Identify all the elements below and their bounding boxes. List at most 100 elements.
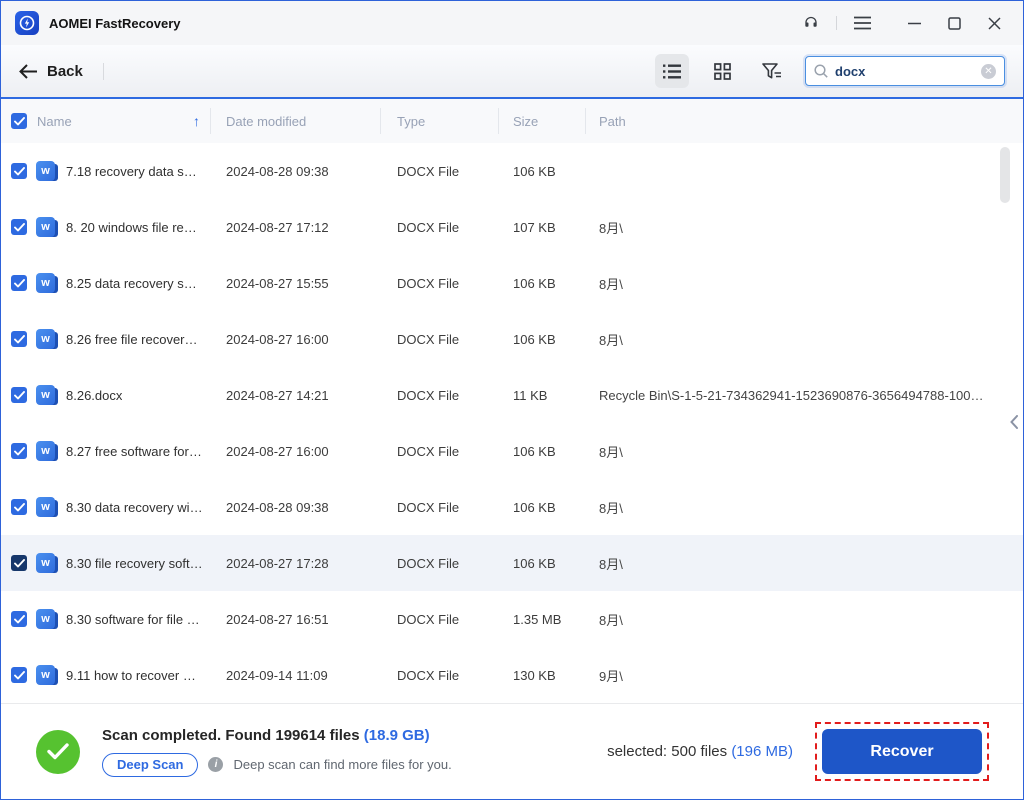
recover-annotation-box: Recover xyxy=(815,722,989,781)
file-size: 107 KB xyxy=(513,219,556,235)
close-button[interactable] xyxy=(979,8,1009,38)
file-type: DOCX File xyxy=(397,163,460,179)
file-date-modified: 2024-08-27 15:55 xyxy=(226,275,329,291)
filter-icon[interactable] xyxy=(755,54,789,88)
search-input[interactable] xyxy=(835,63,981,79)
file-row[interactable]: w 8.26.docx 2024-08-27 14:21 DOCX File 1… xyxy=(1,367,1023,423)
scan-status-block: Scan completed. Found 199614 files (18.9… xyxy=(102,727,452,777)
collapse-panel-chevron-icon[interactable] xyxy=(1010,415,1018,434)
file-size: 106 KB xyxy=(513,275,556,291)
file-row[interactable]: w 8. 20 windows file recover... 2024-08-… xyxy=(1,199,1023,255)
word-file-icon: w xyxy=(36,440,58,462)
menu-icon[interactable] xyxy=(847,8,877,38)
file-name: 9.11 how to recover delet... xyxy=(66,667,203,683)
file-path: 8月\ xyxy=(599,500,623,516)
file-type: DOCX File xyxy=(397,387,460,403)
grid-view-button[interactable] xyxy=(705,54,739,88)
word-file-icon: w xyxy=(36,608,58,630)
file-size: 106 KB xyxy=(513,163,556,179)
word-file-icon: w xyxy=(36,272,58,294)
column-header-size[interactable]: Size xyxy=(499,108,586,134)
file-date-modified: 2024-09-14 11:09 xyxy=(226,667,328,683)
file-date-modified: 2024-08-27 17:28 xyxy=(226,555,329,571)
file-row[interactable]: w 8.30 file recovery software... 2024-08… xyxy=(1,535,1023,591)
file-name: 8.25 data recovery softwa... xyxy=(66,275,203,291)
sort-ascending-icon: ↑ xyxy=(193,113,200,129)
file-list: w 7.18 recovery data softwa... 2024-08-2… xyxy=(1,143,1023,703)
clear-search-icon[interactable]: ✕ xyxy=(981,63,996,79)
file-path: 8月\ xyxy=(599,220,623,236)
row-checkbox[interactable] xyxy=(11,163,27,179)
maximize-button[interactable] xyxy=(939,8,969,38)
scrollbar-thumb[interactable] xyxy=(1000,147,1010,203)
file-size: 106 KB xyxy=(513,555,556,571)
file-path: 8月\ xyxy=(599,444,623,460)
file-type: DOCX File xyxy=(397,331,460,347)
file-path: 9月\ xyxy=(599,668,623,684)
file-size: 106 KB xyxy=(513,499,556,515)
file-name: 8.26.docx xyxy=(66,387,123,403)
scan-status-text: Scan completed. Found 199614 files (18.9… xyxy=(102,726,430,744)
file-type: DOCX File xyxy=(397,611,460,627)
word-file-icon: w xyxy=(36,216,58,238)
column-label-name: Name xyxy=(37,113,72,129)
file-row[interactable]: w 8.26 free file recovery pro... 2024-08… xyxy=(1,311,1023,367)
back-button[interactable]: Back xyxy=(19,63,83,80)
list-view-button[interactable] xyxy=(655,54,689,88)
row-checkbox[interactable] xyxy=(11,331,27,347)
column-header-date-modified[interactable]: Date modified xyxy=(211,108,381,134)
file-size: 1.35 MB xyxy=(513,611,562,627)
word-file-icon: w xyxy=(36,328,58,350)
deep-scan-button[interactable]: Deep Scan xyxy=(102,752,199,777)
file-row[interactable]: w 8.27 free software for data... 2024-08… xyxy=(1,423,1023,479)
file-size: 130 KB xyxy=(513,667,556,683)
file-type: DOCX File xyxy=(397,667,460,683)
status-bar: Scan completed. Found 199614 files (18.9… xyxy=(1,703,1023,799)
word-file-icon: w xyxy=(36,664,58,686)
word-file-icon: w xyxy=(36,160,58,182)
headset-icon[interactable] xyxy=(796,8,826,38)
titlebar: AOMEI FastRecovery xyxy=(1,1,1023,45)
app-logo-icon xyxy=(15,11,39,35)
file-name: 8.30 file recovery software... xyxy=(66,555,203,571)
word-file-icon: w xyxy=(36,496,58,518)
word-file-icon: w xyxy=(36,552,58,574)
file-path: 8月\ xyxy=(599,612,623,628)
file-type: DOCX File xyxy=(397,555,460,571)
info-icon: i xyxy=(208,757,224,772)
titlebar-separator xyxy=(836,16,837,30)
file-row[interactable]: w 8.25 data recovery softwa... 2024-08-2… xyxy=(1,255,1023,311)
file-name: 7.18 recovery data softwa... xyxy=(66,163,203,179)
toolbar-separator xyxy=(102,62,104,80)
file-row[interactable]: w 8.30 software for file reco... 2024-08… xyxy=(1,591,1023,647)
file-size: 11 KB xyxy=(513,387,548,403)
file-row[interactable]: w 8.30 data recovery windo... 2024-08-28… xyxy=(1,479,1023,535)
file-path: 8月\ xyxy=(599,332,623,348)
file-date-modified: 2024-08-28 09:38 xyxy=(226,499,329,515)
row-checkbox[interactable] xyxy=(11,611,27,627)
row-checkbox[interactable] xyxy=(11,499,27,515)
file-row[interactable]: w 7.18 recovery data softwa... 2024-08-2… xyxy=(1,143,1023,199)
row-checkbox[interactable] xyxy=(11,667,27,683)
minimize-button[interactable] xyxy=(899,8,929,38)
file-date-modified: 2024-08-27 16:00 xyxy=(226,331,329,347)
selection-summary: selected: 500 files (196 MB) xyxy=(607,743,793,760)
row-checkbox[interactable] xyxy=(11,443,27,459)
app-title: AOMEI FastRecovery xyxy=(49,15,181,31)
file-row[interactable]: w 9.11 how to recover delet... 2024-09-1… xyxy=(1,647,1023,703)
file-path: 8月\ xyxy=(599,276,623,292)
recover-button[interactable]: Recover xyxy=(822,729,982,774)
search-icon xyxy=(814,64,828,78)
column-header-name[interactable]: Name ↑ xyxy=(1,108,211,134)
row-checkbox[interactable] xyxy=(11,555,27,571)
column-header-type[interactable]: Type xyxy=(381,108,499,134)
select-all-checkbox[interactable] xyxy=(11,113,27,129)
row-checkbox[interactable] xyxy=(11,219,27,235)
row-checkbox[interactable] xyxy=(11,387,27,403)
file-name: 8.30 data recovery windo... xyxy=(66,499,203,515)
column-header-path[interactable]: Path xyxy=(586,108,1023,134)
table-header: Name ↑ Date modified Type Size Path xyxy=(1,99,1023,143)
row-checkbox[interactable] xyxy=(11,275,27,291)
back-arrow-icon xyxy=(19,63,37,79)
file-name: 8.27 free software for data... xyxy=(66,443,203,459)
